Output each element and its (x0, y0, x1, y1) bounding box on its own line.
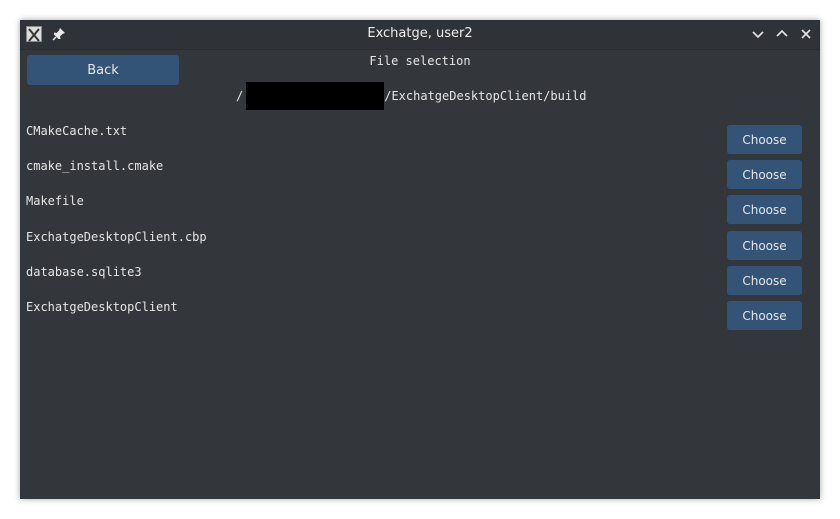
file-row: Makefile Choose (20, 194, 820, 229)
maximize-icon[interactable] (773, 25, 791, 43)
choose-button[interactable]: Choose (727, 301, 802, 330)
file-name: ExchatgeDesktopClient (26, 300, 178, 314)
choose-button[interactable]: Choose (727, 125, 802, 154)
file-name: cmake_install.cmake (26, 159, 164, 173)
current-path: / /ExchatgeDesktopClient/build (236, 82, 587, 110)
file-name: Makefile (26, 194, 84, 208)
path-prefix: / (236, 89, 244, 103)
file-row: CMakeCache.txt Choose (20, 124, 820, 159)
minimize-icon[interactable] (749, 25, 767, 43)
file-row: database.sqlite3 Choose (20, 265, 820, 300)
redacted-block (246, 82, 385, 110)
file-name: database.sqlite3 (26, 265, 142, 279)
file-row: ExchatgeDesktopClient.cbp Choose (20, 230, 820, 265)
title-bar[interactable]: Exchatge, user2 (20, 20, 820, 50)
window-title: Exchatge, user2 (367, 26, 473, 41)
choose-button[interactable]: Choose (727, 195, 802, 224)
file-row: cmake_install.cmake Choose (20, 159, 820, 194)
file-selection-panel: Back File selection / /ExchatgeDesktopCl… (20, 50, 820, 499)
page-heading: File selection (369, 54, 471, 68)
choose-button[interactable]: Choose (727, 160, 802, 189)
close-icon[interactable] (797, 25, 815, 43)
file-name: CMakeCache.txt (26, 124, 128, 138)
file-row: ExchatgeDesktopClient Choose (20, 300, 820, 335)
choose-button[interactable]: Choose (727, 266, 802, 295)
path-suffix: /ExchatgeDesktopClient/build (384, 89, 587, 103)
file-name: ExchatgeDesktopClient.cbp (26, 230, 207, 244)
choose-button[interactable]: Choose (727, 231, 802, 260)
app-window: Exchatge, user2 Back File selection / /E… (20, 20, 820, 499)
